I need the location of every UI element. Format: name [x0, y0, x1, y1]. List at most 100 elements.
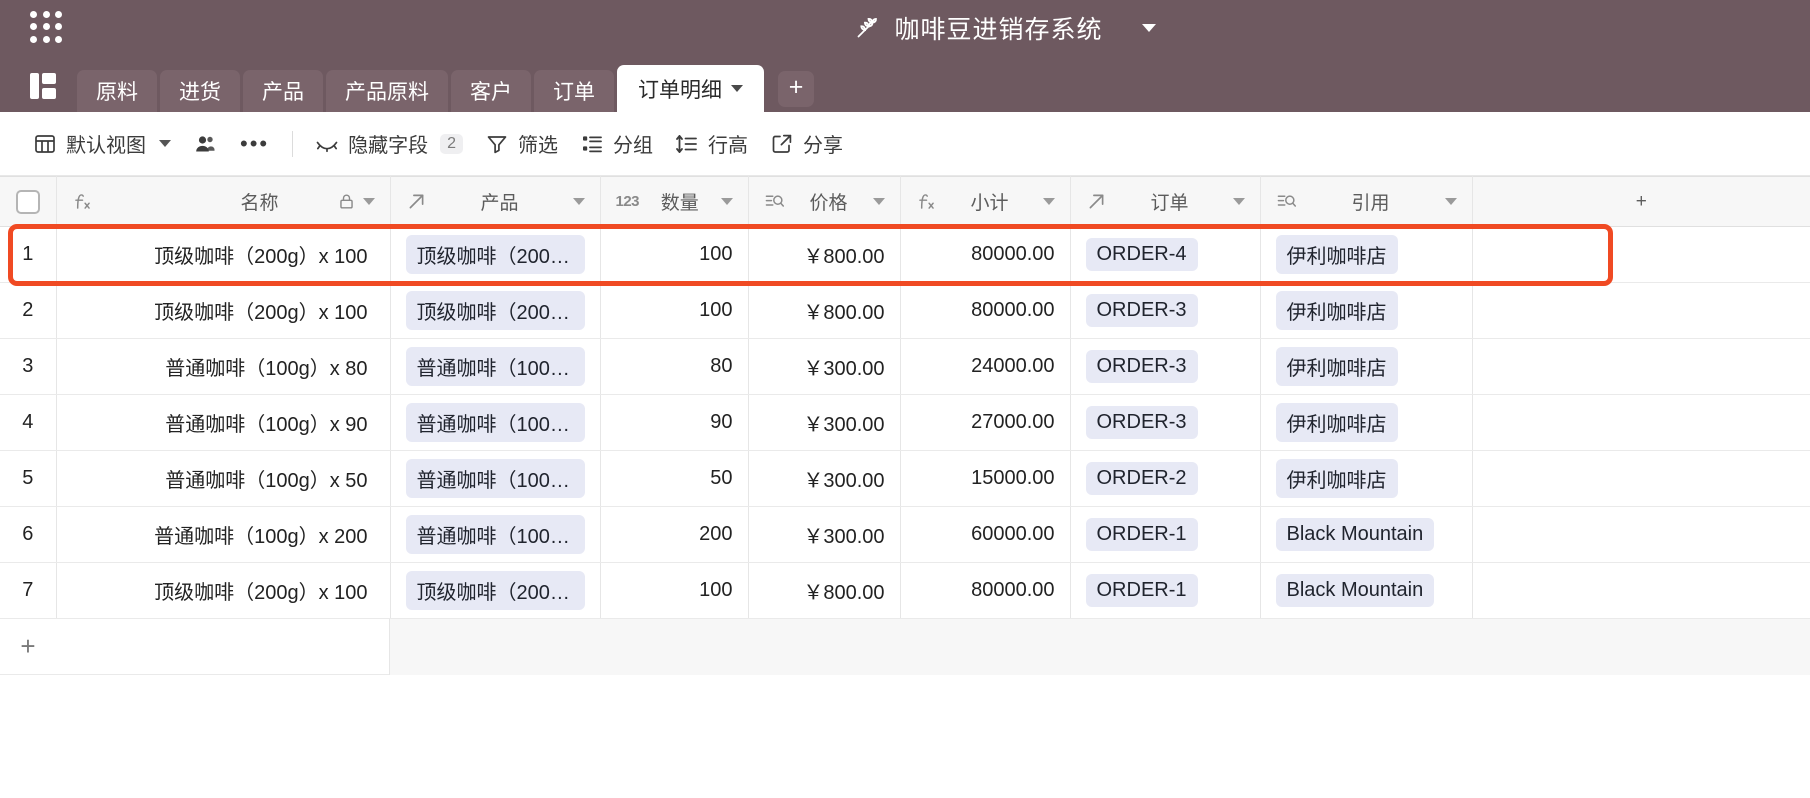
cell-reference[interactable]: Black Mountain: [1260, 506, 1473, 563]
product-chip[interactable]: 普通咖啡（100g）: [405, 515, 585, 554]
cell-subtotal[interactable]: 80000.00: [900, 282, 1071, 339]
cell-product[interactable]: 顶级咖啡（200g）: [390, 562, 601, 619]
tab-yuanliao[interactable]: 原料: [77, 70, 157, 112]
cell-price[interactable]: ￥300.00: [748, 506, 901, 563]
column-header-price[interactable]: 价格: [748, 176, 901, 227]
reference-chip[interactable]: 伊利咖啡店: [1275, 347, 1398, 386]
table-row[interactable]: 6 普通咖啡（100g）x 200 普通咖啡（100g） 200 ￥300.00…: [0, 506, 1810, 563]
cell-price[interactable]: ￥300.00: [748, 394, 901, 451]
cell-name[interactable]: 顶级咖啡（200g）x 100: [56, 282, 391, 339]
column-header-quantity[interactable]: 123 数量: [600, 176, 749, 227]
cell-quantity[interactable]: 200: [600, 506, 749, 563]
view-selector[interactable]: 默认视图: [22, 122, 182, 165]
column-menu-caret-icon[interactable]: [572, 198, 585, 205]
apps-grid-icon[interactable]: [30, 10, 64, 45]
cell-order[interactable]: ORDER-2: [1070, 450, 1261, 507]
cell-order[interactable]: ORDER-3: [1070, 338, 1261, 395]
cell-price[interactable]: ￥800.00: [748, 226, 901, 283]
table-row[interactable]: 3 普通咖啡（100g）x 80 普通咖啡（100g） 80 ￥300.00 2…: [0, 338, 1810, 395]
reference-chip[interactable]: Black Mountain: [1275, 574, 1435, 607]
cell-reference[interactable]: Black Mountain: [1260, 562, 1473, 619]
tab-jinhuo[interactable]: 进货: [160, 70, 240, 112]
cell-reference[interactable]: 伊利咖啡店: [1260, 282, 1473, 339]
cell-order[interactable]: ORDER-1: [1070, 562, 1261, 619]
cell-reference[interactable]: 伊利咖啡店: [1260, 450, 1473, 507]
cell-price[interactable]: ￥800.00: [748, 562, 901, 619]
chevron-down-icon[interactable]: [731, 85, 743, 92]
cell-quantity[interactable]: 50: [600, 450, 749, 507]
add-tab-button[interactable]: +: [778, 71, 814, 107]
order-chip[interactable]: ORDER-1: [1085, 574, 1198, 607]
checkbox-icon[interactable]: [15, 189, 40, 214]
product-chip[interactable]: 顶级咖啡（200g）: [405, 291, 585, 330]
order-chip[interactable]: ORDER-3: [1085, 294, 1198, 327]
reference-chip[interactable]: 伊利咖啡店: [1275, 291, 1398, 330]
column-header-subtotal[interactable]: 小计: [900, 176, 1071, 227]
reference-chip[interactable]: 伊利咖啡店: [1275, 403, 1398, 442]
column-header-product[interactable]: 产品: [390, 176, 601, 227]
order-chip[interactable]: ORDER-3: [1085, 406, 1198, 439]
cell-name[interactable]: 普通咖啡（100g）x 80: [56, 338, 391, 395]
cell-order[interactable]: ORDER-4: [1070, 226, 1261, 283]
cell-subtotal[interactable]: 80000.00: [900, 226, 1071, 283]
cell-order[interactable]: ORDER-1: [1070, 506, 1261, 563]
order-chip[interactable]: ORDER-2: [1085, 462, 1198, 495]
cell-price[interactable]: ￥300.00: [748, 450, 901, 507]
column-menu-caret-icon[interactable]: [362, 198, 375, 205]
cell-price[interactable]: ￥300.00: [748, 338, 901, 395]
group-button[interactable]: 分组: [569, 122, 664, 165]
tab-chanpin[interactable]: 产品: [243, 70, 323, 112]
tab-kehu[interactable]: 客户: [451, 70, 531, 112]
reference-chip[interactable]: Black Mountain: [1275, 518, 1435, 551]
column-menu-caret-icon[interactable]: [720, 198, 733, 205]
column-menu-caret-icon[interactable]: [1444, 198, 1457, 205]
table-row[interactable]: 7 顶级咖啡（200g）x 100 顶级咖啡（200g） 100 ￥800.00…: [0, 562, 1810, 619]
order-chip[interactable]: ORDER-1: [1085, 518, 1198, 551]
cell-name[interactable]: 顶级咖啡（200g）x 100: [56, 562, 391, 619]
table-row[interactable]: 1 顶级咖啡（200g）x 100 顶级咖啡（200g） 100 ￥800.00…: [0, 226, 1810, 283]
cell-subtotal[interactable]: 80000.00: [900, 562, 1071, 619]
more-options-button[interactable]: •••: [228, 132, 281, 155]
cell-quantity[interactable]: 100: [600, 562, 749, 619]
cell-name[interactable]: 普通咖啡（100g）x 90: [56, 394, 391, 451]
row-height-button[interactable]: 行高: [664, 122, 759, 165]
cell-name[interactable]: 顶级咖啡（200g）x 100: [56, 226, 391, 283]
cell-subtotal[interactable]: 15000.00: [900, 450, 1071, 507]
cell-name[interactable]: 普通咖啡（100g）x 200: [56, 506, 391, 563]
table-row[interactable]: 4 普通咖啡（100g）x 90 普通咖啡（100g） 90 ￥300.00 2…: [0, 394, 1810, 451]
panel-toggle-icon[interactable]: [28, 70, 60, 102]
tab-dingdan[interactable]: 订单: [534, 70, 614, 112]
cell-product[interactable]: 普通咖啡（100g）: [390, 450, 601, 507]
cell-product[interactable]: 普通咖啡（100g）: [390, 338, 601, 395]
cell-product[interactable]: 普通咖啡（100g）: [390, 394, 601, 451]
tab-dingdanmingxi[interactable]: 订单明细: [617, 65, 764, 112]
cell-reference[interactable]: 伊利咖啡店: [1260, 394, 1473, 451]
table-row[interactable]: 5 普通咖啡（100g）x 50 普通咖啡（100g） 50 ￥300.00 1…: [0, 450, 1810, 507]
column-header-name[interactable]: 名称: [56, 176, 391, 227]
collaborators-button[interactable]: [182, 125, 228, 163]
cell-product[interactable]: 顶级咖啡（200g）: [390, 282, 601, 339]
product-chip[interactable]: 普通咖啡（100g）: [405, 347, 585, 386]
cell-product[interactable]: 普通咖啡（100g）: [390, 506, 601, 563]
column-header-order[interactable]: 订单: [1070, 176, 1261, 227]
chevron-down-icon[interactable]: [159, 140, 171, 147]
cell-quantity[interactable]: 80: [600, 338, 749, 395]
column-header-reference[interactable]: 引用: [1260, 176, 1473, 227]
product-chip[interactable]: 顶级咖啡（200g）: [405, 571, 585, 610]
hide-fields-button[interactable]: 隐藏字段 2: [304, 122, 474, 165]
cell-order[interactable]: ORDER-3: [1070, 394, 1261, 451]
chevron-down-icon[interactable]: [1141, 23, 1156, 32]
tab-chanpinyuanliao[interactable]: 产品原料: [326, 70, 448, 112]
cell-price[interactable]: ￥800.00: [748, 282, 901, 339]
cell-quantity[interactable]: 100: [600, 282, 749, 339]
share-button[interactable]: 分享: [759, 122, 854, 165]
table-row[interactable]: 2 顶级咖啡（200g）x 100 顶级咖啡（200g） 100 ￥800.00…: [0, 282, 1810, 339]
add-column-button[interactable]: +: [1472, 176, 1810, 227]
reference-chip[interactable]: 伊利咖啡店: [1275, 235, 1398, 274]
cell-reference[interactable]: 伊利咖啡店: [1260, 338, 1473, 395]
cell-name[interactable]: 普通咖啡（100g）x 50: [56, 450, 391, 507]
cell-quantity[interactable]: 90: [600, 394, 749, 451]
cell-order[interactable]: ORDER-3: [1070, 282, 1261, 339]
add-record-button[interactable]: +: [0, 631, 56, 662]
column-menu-caret-icon[interactable]: [1042, 198, 1055, 205]
